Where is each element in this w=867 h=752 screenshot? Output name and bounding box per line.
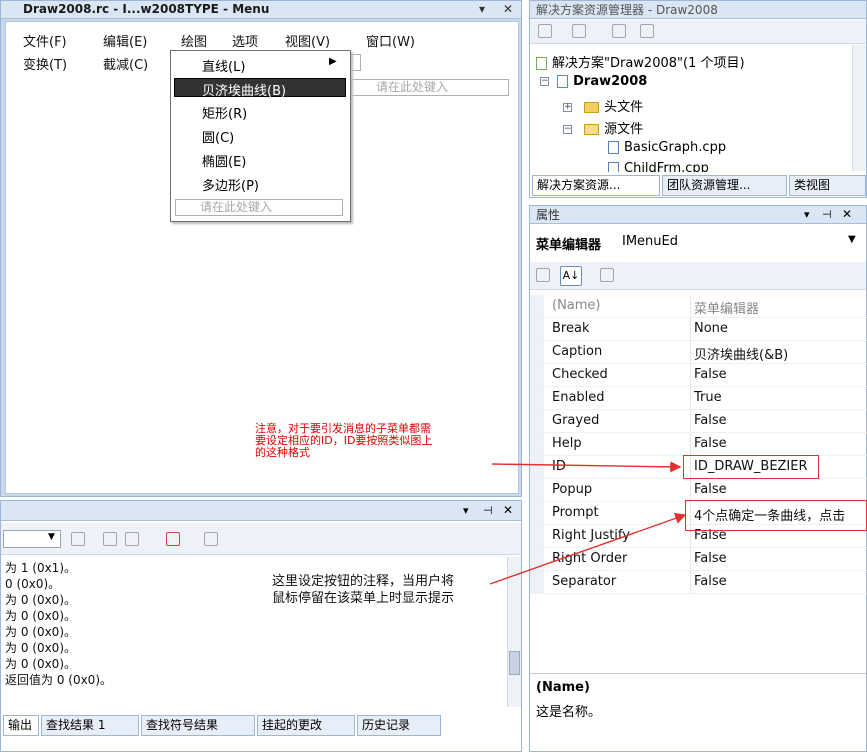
arrow-to-id: [491, 461, 682, 473]
annotation-arrows: [489, 461, 687, 585]
arrow-to-prompt: [489, 512, 687, 585]
